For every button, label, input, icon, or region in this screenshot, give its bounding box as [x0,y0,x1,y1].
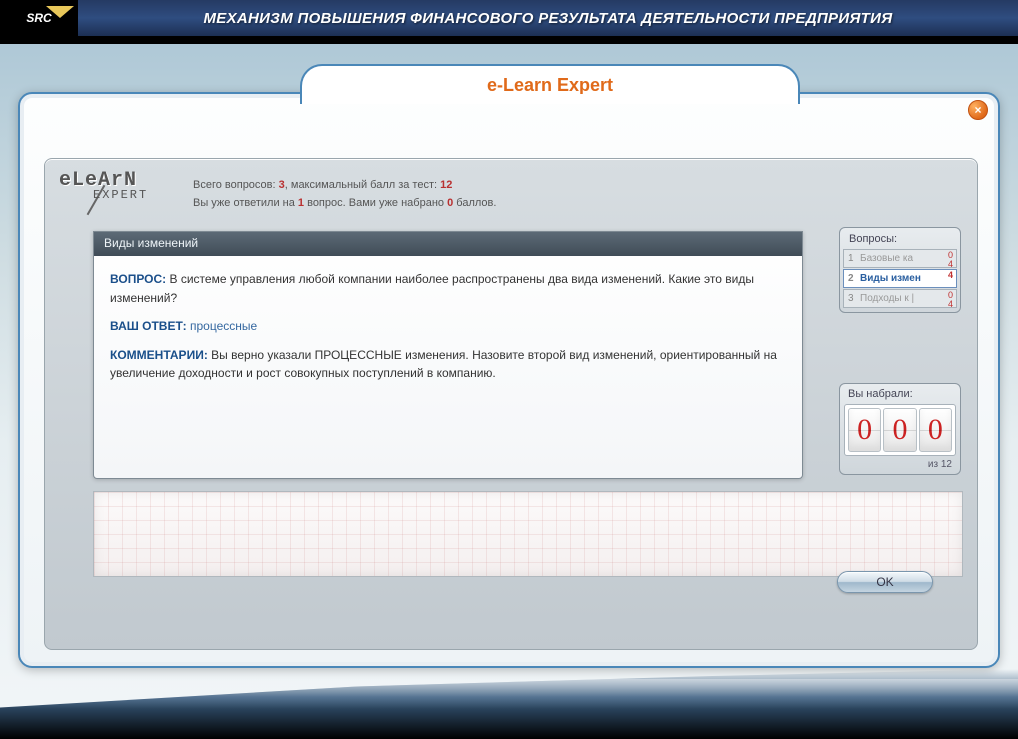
qitem-score: 04 [948,251,953,268]
footer-decoration [0,669,1018,739]
answer-text: процессные [190,319,257,333]
stats-answered-prefix: Вы уже ответили на [193,197,295,209]
ok-button[interactable]: OK [837,571,933,593]
brand-logo: SRC [0,0,78,36]
stats-total-label: Всего вопросов: [193,179,276,191]
elearn-logo: eLeArN EXPERT [59,169,179,221]
qitem-label: Базовые ка [860,253,913,264]
stats-scored-suffix: баллов. [456,197,496,209]
stats-answered-value: 1 [298,197,304,209]
answer-label: ВАШ ОТВЕТ: [110,319,187,333]
question-list-item[interactable]: 1 Базовые ка 04 [843,249,957,268]
close-button[interactable]: × [968,100,988,120]
question-panel-body: ВОПРОС: В системе управления любой компа… [94,256,802,407]
question-panel: Виды изменений ВОПРОС: В системе управле… [93,231,803,479]
main-panel: e-Learn Expert × eLeArN EXPERT Всего воп… [18,92,1000,668]
score-box: Вы набрали: 0 0 0 из 12 [839,383,961,475]
quiz-stats: Всего вопросов: 3, максимальный балл за … [193,177,496,212]
stats-mid-label: , максимальный балл за тест: [285,179,437,191]
comment-text: Вы верно указали ПРОЦЕССНЫЕ изменения. Н… [110,348,777,381]
qitem-number: 1 [848,253,860,264]
question-list-item[interactable]: 3 Подходы к | 04 [843,289,957,308]
stats-max-score: 12 [440,179,452,191]
brand-triangle-icon [46,6,74,18]
stats-answered-suffix: вопрос. Вами уже набрано [307,197,444,209]
page-title: МЕХАНИЗМ ПОВЫШЕНИЯ ФИНАНСОВОГО РЕЗУЛЬТАТ… [78,10,1018,27]
header-divider [0,36,1018,44]
question-panel-header: Виды изменений [94,232,802,256]
question-list-item[interactable]: 2 Виды измен 4 [843,269,957,288]
content-chrome: eLeArN EXPERT Всего вопросов: 3, максима… [44,158,978,650]
qitem-number: 3 [848,293,860,304]
close-icon: × [974,103,981,117]
score-digit: 0 [883,408,916,452]
score-footer: из 12 [844,456,956,470]
qitem-score: 4 [948,271,953,280]
score-digit: 0 [919,408,952,452]
qitem-label: Виды измен [860,273,921,284]
qitem-score: 04 [948,291,953,308]
app-header: SRC МЕХАНИЗМ ПОВЫШЕНИЯ ФИНАНСОВОГО РЕЗУЛ… [0,0,1018,36]
question-label: ВОПРОС: [110,272,166,286]
score-digit: 0 [848,408,881,452]
qitem-number: 2 [848,273,860,284]
stats-scored-value: 0 [447,197,453,209]
app-title: e-Learn Expert [487,75,613,96]
score-digits: 0 0 0 [844,404,956,456]
score-title: Вы набрали: [844,388,956,404]
answer-input-zone[interactable] [93,491,963,577]
ok-button-label: OK [876,575,893,589]
comment-label: КОММЕНТАРИИ: [110,348,208,362]
question-list-title: Вопросы: [843,231,957,249]
qitem-label: Подходы к | [860,293,914,304]
question-text: В системе управления любой компании наиб… [110,272,754,305]
question-list: Вопросы: 1 Базовые ка 04 2 Виды измен 4 … [839,227,961,313]
